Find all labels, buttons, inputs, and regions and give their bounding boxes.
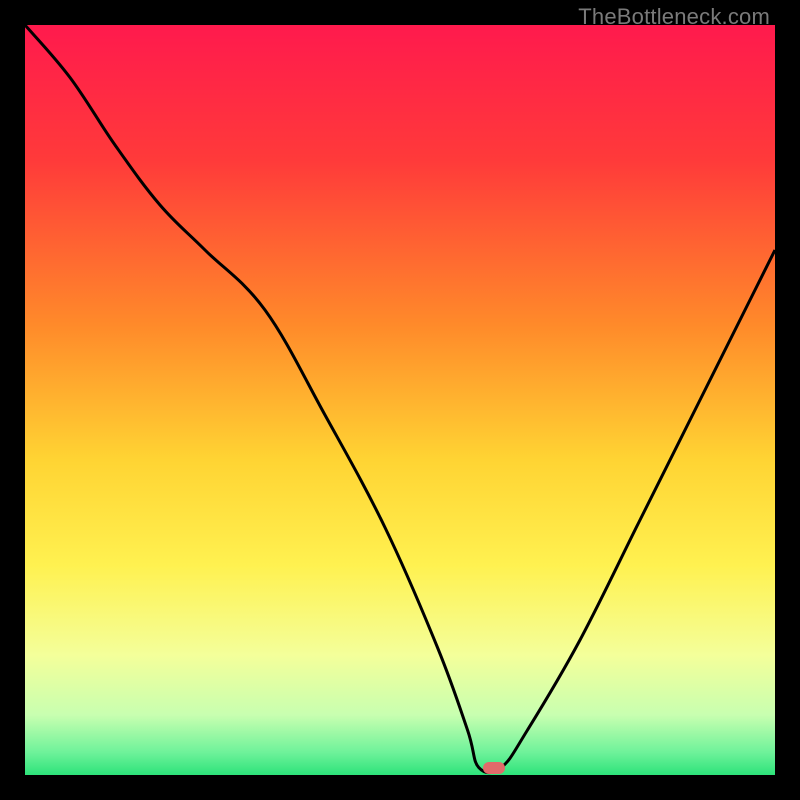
curve-layer [25,25,775,775]
watermark-text: TheBottleneck.com [578,4,770,30]
plot-area [25,25,775,775]
chart-frame: TheBottleneck.com [0,0,800,800]
optimal-marker [483,762,505,774]
bottleneck-curve [25,25,775,773]
